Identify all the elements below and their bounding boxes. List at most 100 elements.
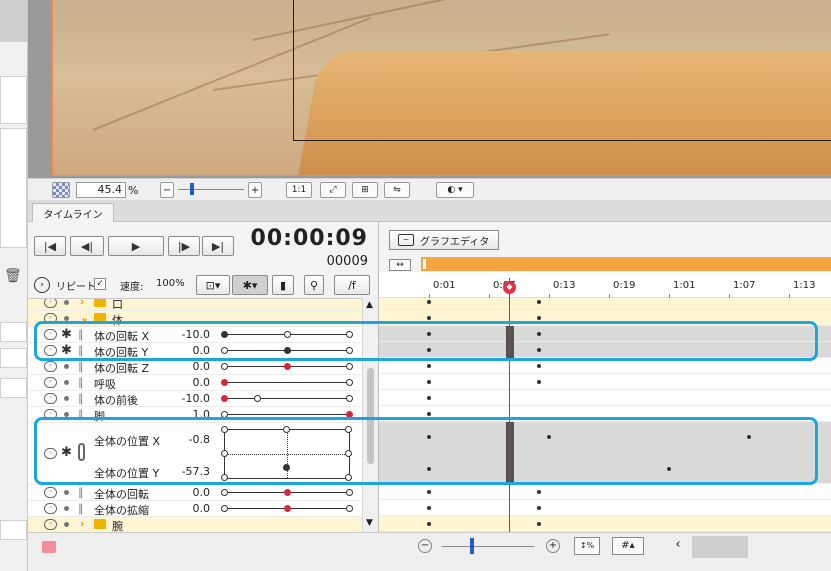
param-row-scale[interactable]: ◦ ∥ 全体の拡縮 0.0 [28,501,362,517]
graph-editor-icon: ~ [398,234,414,246]
playhead-handle[interactable]: ◆ [503,281,516,294]
left-panel-field[interactable] [0,520,27,540]
param-value[interactable]: 0.0 [160,360,211,373]
graph-editor-button[interactable]: ~ グラフエディタ [389,230,499,250]
per-frame-button[interactable]: /f [334,275,370,295]
param-slider[interactable] [221,363,353,370]
speed-value[interactable]: 100% [156,278,185,289]
keyframe-mode-button[interactable]: ⊡▾ [196,275,230,295]
pin-icon[interactable]: ▮ [272,275,294,295]
param-value[interactable]: -57.3 [160,465,210,478]
timeline-zoom-slider[interactable] [442,538,534,554]
asterisk-icon: ✱ [61,327,72,342]
param-value[interactable]: -10.0 [160,328,210,341]
guide-icon[interactable]: ⊞ [352,182,378,198]
param-value[interactable]: 0.0 [160,486,211,499]
param-slider[interactable] [221,331,353,338]
visibility-icon[interactable]: ◦ [44,299,57,308]
flip-icon[interactable]: ⇋ [384,182,410,198]
left-panel-field[interactable] [0,322,27,342]
prev-frame-icon[interactable]: ◀| [70,236,104,256]
zoom-input[interactable]: 45.4 [76,182,126,198]
next-frame-icon[interactable]: |▶ [168,236,200,256]
fit-percent-icon[interactable]: ↕% [574,537,600,555]
transparency-toggle[interactable] [52,182,70,198]
param-row-body-front-back[interactable]: ◦ ∥ 体の前後 -10.0 [28,391,362,407]
param-row-body-rot-y[interactable]: ◦ ✱ ∥ 体の回転 Y 0.0 [28,343,362,359]
param-slider[interactable] [221,395,353,402]
param-row-body-rot-x[interactable]: ◦ ✱ ∥ 体の回転 X -10.0 [28,327,362,343]
visibility-icon[interactable]: ◦ [44,313,57,324]
left-panel-field[interactable] [0,348,27,368]
param-slider[interactable] [221,379,353,386]
left-panel-field[interactable] [0,378,27,398]
layers-icon[interactable] [42,541,56,553]
param-row-position-xy[interactable]: ◦ ✱ 全体の位置 X -0.8 全体の位置 Y -57.3 [28,423,362,485]
param-value[interactable]: 0.0 [160,502,211,515]
zoom-slider[interactable] [178,183,244,195]
param-scrollbar[interactable]: ▲ ▼ [362,298,378,532]
zoom-out-icon[interactable]: − [418,539,432,553]
zoom-in-icon[interactable]: + [546,539,560,553]
display-mode-dropdown[interactable]: ◐ ▾ [436,182,474,198]
time-ruler[interactable]: 0:01 0:07 0:13 0:19 1:01 1:07 1:13 [379,272,831,298]
list-item[interactable]: ◦ › 口 [28,299,362,311]
chevron-left-icon[interactable]: ‹ [668,537,688,555]
visibility-icon[interactable]: ◦ [44,361,57,372]
first-frame-icon[interactable]: |◀ [34,236,66,256]
chevron-right-icon[interactable]: › [80,517,84,530]
param-value[interactable]: 0.0 [160,344,211,357]
visibility-icon[interactable]: ◦ [44,448,57,459]
keyframe-tracks[interactable] [379,298,831,532]
selected-keyframe-block[interactable] [506,326,514,358]
param-slider[interactable] [221,505,353,512]
preview-area[interactable] [28,0,831,178]
visibility-icon[interactable]: ◦ [44,377,57,388]
param-row-leg[interactable]: ◦ ∥ 脚 1.0 [28,407,362,423]
param-row-breath[interactable]: ◦ ∥ 呼吸 0.0 [28,375,362,391]
param-slider[interactable] [221,489,353,496]
visibility-icon[interactable]: ◦ [44,519,57,530]
left-panel-field[interactable] [0,76,27,124]
list-item[interactable]: ◦ › 腕 [28,517,362,532]
visibility-icon[interactable]: ◦ [44,345,57,356]
param-row-body-rot-z[interactable]: ◦ ∥ 体の回転 Z 0.0 [28,359,362,375]
visibility-icon[interactable]: ◦ [44,487,57,498]
horizontal-scrollbar[interactable] [692,536,748,558]
zoom-out-icon[interactable]: − [160,182,174,198]
play-icon[interactable]: ▶ [108,236,164,256]
param-row-rotation[interactable]: ◦ ∥ 全体の回転 0.0 [28,485,362,501]
left-panel-list[interactable] [0,128,27,248]
visibility-icon[interactable]: ◦ [44,503,57,514]
param-value[interactable]: -10.0 [160,392,210,405]
repeat-icon[interactable]: › [34,277,50,293]
visibility-icon[interactable]: ◦ [44,393,57,404]
fit-icon[interactable]: ⤢ [320,182,346,198]
visibility-icon[interactable]: ◦ [44,409,57,420]
param-value[interactable]: 0.0 [160,376,211,389]
play-range-bar[interactable] [421,257,831,271]
xy-param-pad[interactable] [221,426,352,481]
chevron-right-icon[interactable]: › [80,299,84,308]
repeat-checkbox[interactable]: ✓ [94,278,106,290]
selected-keyframe-block[interactable] [506,422,514,484]
zoom-in-icon[interactable]: + [248,182,262,198]
visibility-icon[interactable]: ◦ [44,329,57,340]
chevron-down-icon[interactable]: ⌄ [80,311,89,324]
param-slider[interactable] [221,347,353,354]
link-icon: ∥ [78,392,84,405]
param-value[interactable]: -0.8 [160,433,210,446]
param-slider[interactable] [221,411,353,418]
grid-dropdown-icon[interactable]: #▴ [612,537,644,555]
asterisk-button[interactable]: ✱▾ [232,275,268,295]
trash-icon[interactable]: 🗑 [4,268,22,284]
preview-canvas[interactable] [52,0,831,176]
param-name: 腕 [112,520,123,532]
tab-timeline[interactable]: タイムライン [32,203,114,223]
list-item[interactable]: ◦ ⌄ 体 [28,311,362,327]
zoom-1to1-button[interactable]: 1:1 [286,182,312,198]
param-value[interactable]: 1.0 [160,408,211,421]
bulb-icon[interactable]: ⚲ [304,275,324,295]
last-frame-icon[interactable]: ▶| [202,236,234,256]
range-expand-icon[interactable]: ↔ [389,259,411,271]
